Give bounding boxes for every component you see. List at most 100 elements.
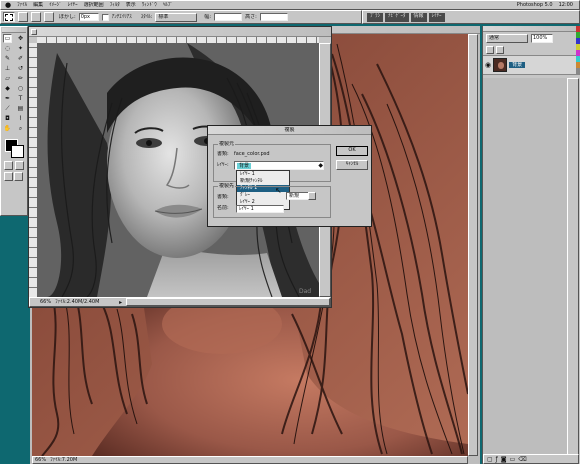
menu-file[interactable]: ﾌｧｲﾙ [17,2,27,8]
gray-window-close-box[interactable] [31,28,37,35]
name-field[interactable]: ﾚｲﾔｰ 1 [236,205,284,213]
cancel-button[interactable]: ｷｬﾝｾﾙ [336,160,368,170]
gray-document-titlebar[interactable] [29,27,331,37]
antialias-label: ｱﾝﾁｴｲﾘｱｽ [111,14,132,20]
dialog-titlebar[interactable]: 複製 [208,126,371,135]
layers-panel: 通常 100% ◉ 背景 ▢ ƒ ◙ ▭ ⌫ [482,26,580,464]
layers-panel-footer: ▢ ƒ ◙ ▭ ⌫ [483,454,579,464]
layer-effects-icon[interactable]: ƒ [496,456,498,463]
dropdown-item-2[interactable]: 新規ﾁｬﾝﾈﾙ [237,178,289,185]
trash-icon[interactable]: ⌫ [518,456,526,463]
dest-select-arrow-icon[interactable] [308,192,316,200]
blur-tool-icon[interactable]: ◆ [3,84,12,93]
history-brush-icon[interactable]: ↺ [16,64,25,73]
style-label: ｽﾀｲﾙ: [140,14,153,20]
menu-edit[interactable]: 編集 [33,2,43,8]
gradient-tool-icon[interactable]: ▤ [16,104,25,113]
lasso-tool-icon[interactable]: ◌ [3,44,12,53]
paint-bucket-icon[interactable]: ◘ [3,114,12,123]
new-selection-icon[interactable] [18,12,28,22]
height-label: 高さ: [245,14,257,20]
type-tool-icon[interactable]: T [16,94,25,103]
apple-menu-icon[interactable]: ● [5,1,11,9]
gray-status-text: ﾌｧｲﾙ:2.40M/2.40M [55,299,100,305]
style-select[interactable]: 標準 [155,12,198,22]
width-field[interactable] [214,13,243,21]
eye-visibility-icon[interactable]: ◉ [485,61,491,69]
duplicate-dialog: 複製 複製元 書類: face_color.psd ﾚｲﾔｰ: 背景 ◆ ﾚｲﾔ… [207,125,372,227]
palette-tab-info[interactable]: 情報 [410,12,427,22]
dest-group-label: 複製先 [218,183,236,189]
gray-status-bar: 66% ﾌｧｲﾙ:2.40M/2.40M ▸ [29,297,331,307]
layer-mask-icon[interactable]: ◙ [501,456,507,463]
quickmask-mode-icon[interactable] [15,161,24,170]
paintbrush-tool-icon[interactable]: ✐ [16,54,25,63]
marquee-tool-icon[interactable] [3,12,15,22]
dest-doc-label: 書類: [217,194,229,200]
menu-view[interactable]: 表示 [126,2,136,8]
ok-button[interactable]: OK [336,146,368,156]
palette-tab-brushes[interactable]: ﾌﾞﾗｼ [367,12,384,22]
layer-select[interactable]: 背景 ◆ [234,161,324,170]
layer-row[interactable]: ◉ 背景 [483,55,580,75]
main-vertical-scrollbar[interactable] [468,34,478,456]
hand-tool-icon[interactable]: ✋ [3,124,12,133]
new-set-icon[interactable]: ▭ [510,456,516,463]
stamp-tool-icon[interactable]: ⊥ [3,64,12,73]
marquee-tool-icon[interactable]: ▭ [3,34,12,43]
pencil-tool-icon[interactable]: ✏ [16,74,25,83]
dest-doc-value: 新規 [289,193,300,199]
eraser-tool-icon[interactable]: ▱ [3,74,12,83]
subtract-selection-icon[interactable] [44,12,54,22]
layer-select-arrow-icon[interactable]: ◆ [318,162,323,169]
feather-field[interactable]: 0px [78,13,99,21]
main-status-text: ﾌｧｲﾙ:7.20M [50,457,78,463]
dropdown-item-1[interactable]: ﾚｲﾔｰ 1 [237,171,289,178]
layer-name[interactable]: 背景 [509,62,526,68]
move-tool-icon[interactable]: ✥ [16,34,25,43]
eyedropper-tool-icon[interactable]: ⌇ [16,114,25,123]
menu-help[interactable]: ﾍﾙﾌﾟ [163,2,173,8]
cancel-button-label: ｷｬﾝｾﾙ [345,161,359,167]
pen-tool-icon[interactable]: ✒ [3,94,12,103]
gray-horizontal-scrollbar[interactable] [126,298,330,306]
screen-mode-standard-icon[interactable] [4,172,13,181]
gray-zoom-readout[interactable]: 66% [40,299,51,305]
app-name-indicator: Photoshop 5.0 [516,2,553,8]
standard-mode-icon[interactable] [4,161,13,170]
swatch-color[interactable] [576,68,580,74]
menu-filter[interactable]: ﾌｨﾙﾀ [110,2,120,8]
menu-bar: ● ﾌｧｲﾙ 編集 ｲﾒｰｼﾞ ﾚｲﾔｰ 選択範囲 ﾌｨﾙﾀ 表示 ｳｨﾝﾄﾞｳ… [0,0,580,10]
width-label: 幅: [204,14,212,20]
toolbox-titlebar [2,28,26,33]
new-layer-icon[interactable]: ▢ [487,456,493,463]
screen-mode-full-icon[interactable] [14,172,23,181]
lock-position-checkbox[interactable] [496,46,504,54]
source-layer-label: ﾚｲﾔｰ: [217,162,229,168]
height-field[interactable] [259,13,288,21]
lock-transparency-checkbox[interactable] [486,46,494,54]
ok-button-label: OK [348,147,356,153]
menu-select[interactable]: 選択範囲 [84,2,104,8]
blend-mode-select[interactable]: 通常 [486,34,528,43]
measure-tool-icon[interactable]: ⟋ [3,104,12,113]
menubar-clock: 12:00 [558,2,573,8]
main-zoom-readout[interactable]: 66% [35,457,46,463]
palette-tab-strip: ﾌﾞﾗｼ ﾅﾋﾞｹﾞｰﾀ 情報 ﾚｲﾔｰ [362,10,580,24]
menu-window[interactable]: ｳｨﾝﾄﾞｳ [142,2,157,8]
gray-status-arrow-icon[interactable]: ▸ [119,299,122,306]
palette-tab-navigator[interactable]: ﾅﾋﾞｹﾞｰﾀ [385,12,409,22]
palette-tab-layers[interactable]: ﾚｲﾔｰ [428,12,445,22]
magic-wand-icon[interactable]: ✦ [16,44,25,53]
opacity-field[interactable]: 100% [531,34,553,43]
artist-signature-gray: Dad [299,288,311,295]
add-selection-icon[interactable] [31,12,41,22]
menu-image[interactable]: ｲﾒｰｼﾞ [49,2,62,8]
dodge-tool-icon[interactable]: ○ [16,84,25,93]
antialias-checkbox[interactable] [101,13,109,21]
menu-layer[interactable]: ﾚｲﾔｰ [68,2,78,8]
toolbox: ▭ ✥ ◌ ✦ ✎ ✐ ⊥ ↺ ▱ ✏ ◆ ○ ✒ T ⟋ ▤ ◘ ⌇ ✋ ⌕ [0,26,28,216]
background-color-swatch[interactable] [11,145,24,158]
zoom-tool-icon[interactable]: ⌕ [16,124,25,133]
airbrush-tool-icon[interactable]: ✎ [3,54,12,63]
